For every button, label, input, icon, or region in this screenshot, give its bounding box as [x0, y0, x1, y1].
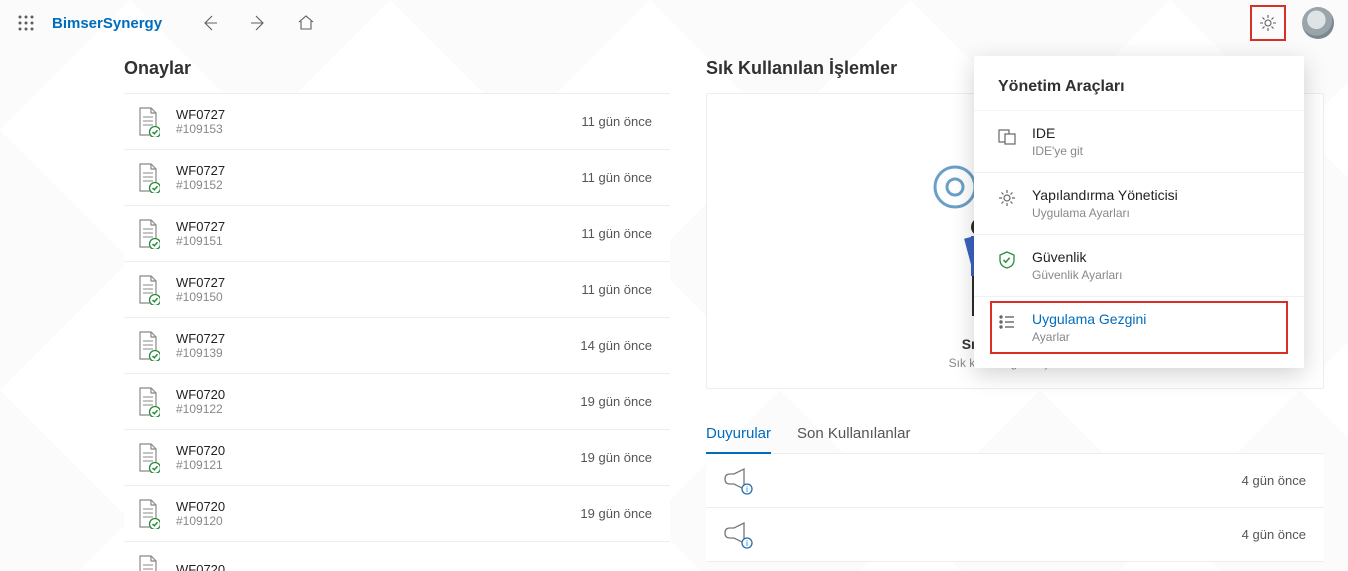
home-button[interactable]: [286, 3, 326, 43]
shield-icon: [996, 249, 1018, 270]
approval-row[interactable]: WF0727 #109153 11 gün önce: [124, 94, 670, 150]
approval-title: WF0720: [176, 562, 652, 571]
avatar[interactable]: [1302, 7, 1334, 39]
approval-row[interactable]: WF0727 #109139 14 gün önce: [124, 318, 670, 374]
svg-text:i: i: [746, 485, 748, 494]
approval-time: 19 gün önce: [580, 450, 652, 465]
ide-icon: [996, 125, 1018, 146]
approvals-list: WF0727 #109153 11 gün önce WF0727 #10915…: [124, 93, 670, 571]
popover-item-ide[interactable]: IDE IDE'ye git: [974, 110, 1304, 172]
popover-item-title: Yapılandırma Yöneticisi: [1032, 187, 1178, 203]
popover-item-shield[interactable]: Güvenlik Güvenlik Ayarları: [974, 234, 1304, 296]
approval-id: #109139: [176, 346, 580, 360]
approval-time: 19 gün önce: [580, 506, 652, 521]
approval-row[interactable]: WF0727 #109150 11 gün önce: [124, 262, 670, 318]
approval-title: WF0727: [176, 275, 581, 290]
approval-id: #109152: [176, 178, 581, 192]
approval-time: 19 gün önce: [580, 394, 652, 409]
back-button[interactable]: [190, 3, 230, 43]
approval-row[interactable]: WF0727 #109152 11 gün önce: [124, 150, 670, 206]
approval-id: #109121: [176, 458, 580, 472]
approval-row[interactable]: WF0720 #109122 19 gün önce: [124, 374, 670, 430]
approval-title: WF0720: [176, 443, 580, 458]
announcement-row[interactable]: i 4 gün önce: [706, 454, 1324, 508]
announcement-time: 4 gün önce: [1242, 527, 1306, 542]
settings-button[interactable]: [1250, 5, 1286, 41]
approval-row[interactable]: WF0720 #109120 19 gün önce: [124, 486, 670, 542]
megaphone-info-icon: i: [718, 467, 756, 495]
megaphone-info-icon: i: [718, 521, 756, 549]
popover-item-list[interactable]: Uygulama Gezgini Ayarlar: [974, 296, 1304, 358]
approval-title: WF0727: [176, 107, 581, 122]
gear-icon: [996, 187, 1018, 208]
document-check-icon: [136, 387, 160, 417]
approval-title: WF0720: [176, 387, 580, 402]
approval-id: #109120: [176, 514, 580, 528]
approval-id: #109151: [176, 234, 581, 248]
tab-announcements[interactable]: Duyurular: [706, 417, 771, 454]
document-check-icon: [136, 163, 160, 193]
document-check-icon: [136, 107, 160, 137]
popover-item-sub: Güvenlik Ayarları: [1032, 268, 1123, 282]
approvals-title: Onaylar: [124, 58, 670, 79]
popover-item-title: Uygulama Gezgini: [1032, 311, 1146, 327]
approval-row[interactable]: WF0720: [124, 542, 670, 571]
document-check-icon: [136, 499, 160, 529]
list-icon: [996, 311, 1018, 332]
header: BimserSynergy: [0, 0, 1348, 46]
popover-item-gear[interactable]: Yapılandırma Yöneticisi Uygulama Ayarlar…: [974, 172, 1304, 234]
approval-title: WF0727: [176, 219, 581, 234]
approval-time: 14 gün önce: [580, 338, 652, 353]
document-check-icon: [136, 275, 160, 305]
approval-row[interactable]: WF0720 #109121 19 gün önce: [124, 430, 670, 486]
approval-id: #109150: [176, 290, 581, 304]
approval-title: WF0727: [176, 331, 580, 346]
admin-tools-popover: Yönetim Araçları IDE IDE'ye git Yapıland…: [974, 56, 1304, 368]
popover-title: Yönetim Araçları: [974, 56, 1304, 110]
popover-item-title: Güvenlik: [1032, 249, 1123, 265]
forward-button[interactable]: [238, 3, 278, 43]
popover-item-sub: Ayarlar: [1032, 330, 1146, 344]
popover-item-sub: IDE'ye git: [1032, 144, 1083, 158]
approval-time: 11 gün önce: [581, 282, 652, 297]
approval-title: WF0720: [176, 499, 580, 514]
announcements-list: i 4 gün öncei 4 gün önce: [706, 454, 1324, 562]
tabs: Duyurular Son Kullanılanlar: [706, 417, 1324, 454]
approval-row[interactable]: WF0727 #109151 11 gün önce: [124, 206, 670, 262]
document-check-icon: [136, 219, 160, 249]
approval-time: 11 gün önce: [581, 114, 652, 129]
approval-time: 11 gün önce: [581, 170, 652, 185]
approval-id: #109122: [176, 402, 580, 416]
announcement-row[interactable]: i 4 gün önce: [706, 508, 1324, 562]
tab-recents[interactable]: Son Kullanılanlar: [797, 417, 910, 453]
announcement-time: 4 gün önce: [1242, 473, 1306, 488]
approval-time: 11 gün önce: [581, 226, 652, 241]
popover-item-sub: Uygulama Ayarları: [1032, 206, 1178, 220]
apps-icon[interactable]: [6, 3, 46, 43]
brand-label: BimserSynergy: [52, 15, 162, 32]
svg-text:i: i: [746, 539, 748, 548]
document-check-icon: [136, 555, 160, 571]
popover-item-title: IDE: [1032, 125, 1083, 141]
document-check-icon: [136, 443, 160, 473]
document-check-icon: [136, 331, 160, 361]
approval-title: WF0727: [176, 163, 581, 178]
approval-id: #109153: [176, 122, 581, 136]
